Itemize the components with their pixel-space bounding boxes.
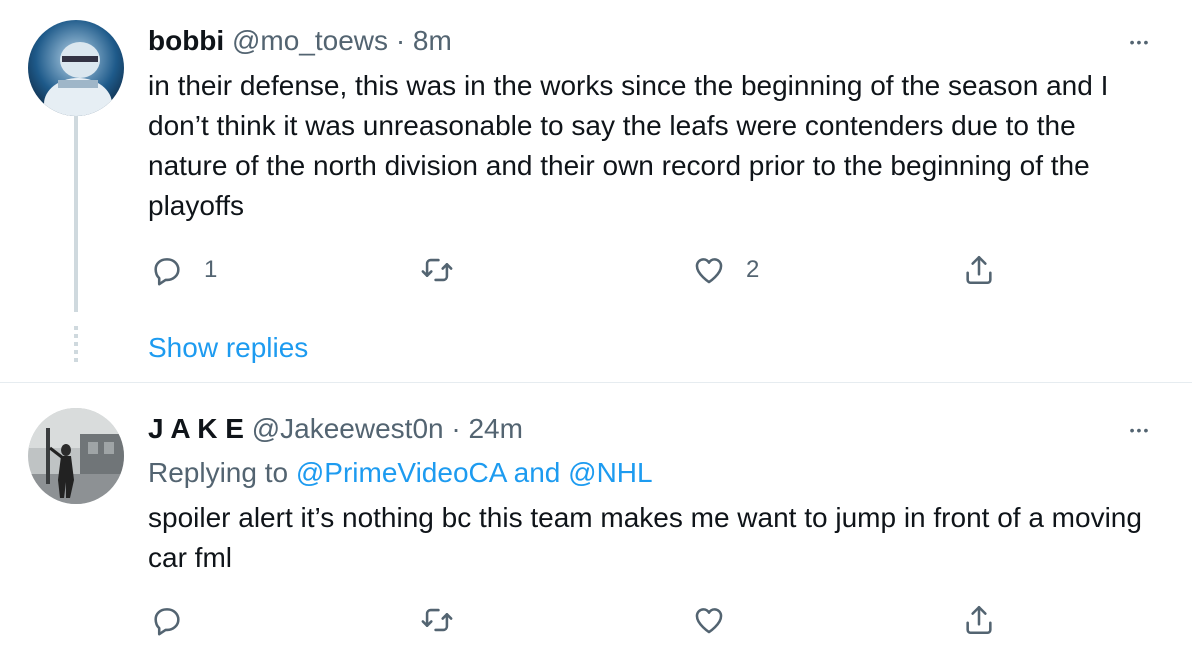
reply-button[interactable] <box>150 600 204 640</box>
user-handle[interactable]: @Jakeewest0n <box>252 413 444 444</box>
like-icon <box>692 603 726 637</box>
tweet-text: in their defense, this was in the works … <box>148 70 1109 221</box>
reply-button[interactable]: 1 <box>150 250 217 290</box>
separator: · <box>451 413 461 444</box>
like-button[interactable] <box>692 600 746 640</box>
like-button[interactable]: 2 <box>692 250 759 290</box>
retweet-button[interactable] <box>420 250 474 290</box>
replying-prefix: Replying to <box>148 457 289 488</box>
tweet-divider <box>0 382 1192 383</box>
more-icon[interactable]: ••• <box>1120 30 1160 54</box>
share-button[interactable] <box>962 250 996 290</box>
more-icon[interactable]: ••• <box>1120 418 1160 442</box>
show-replies-link[interactable]: Show replies <box>148 328 308 368</box>
avatar[interactable] <box>28 408 124 504</box>
separator: · <box>395 25 406 56</box>
share-icon <box>962 253 996 287</box>
more-label: ••• <box>1129 34 1151 50</box>
thread-dots <box>74 326 78 362</box>
share-icon <box>962 603 996 637</box>
timestamp[interactable]: 24m <box>468 413 522 444</box>
retweet-icon <box>420 253 454 287</box>
replying-to: Replying to @PrimeVideoCA and @NHL <box>148 456 653 490</box>
thread-line <box>74 116 78 312</box>
user-handle[interactable]: @mo_toews <box>232 25 388 56</box>
reply-icon <box>150 603 184 637</box>
retweet-icon <box>420 603 454 637</box>
reply-count: 1 <box>204 256 218 283</box>
timestamp[interactable]: 8m <box>413 25 452 56</box>
like-count: 2 <box>746 256 760 283</box>
reply-icon <box>150 253 184 287</box>
share-button[interactable] <box>962 600 996 640</box>
tweet-header: bobbi @mo_toews · 8m <box>148 24 452 58</box>
replying-and[interactable]: and <box>514 457 561 488</box>
like-icon <box>692 253 726 287</box>
display-name[interactable]: bobbi <box>148 25 224 56</box>
tweet-header: J A K E @Jakeewest0n · 24m <box>148 412 523 446</box>
display-name[interactable]: J A K E <box>148 413 244 444</box>
mention-link[interactable]: @PrimeVideoCA <box>296 457 506 488</box>
avatar[interactable] <box>28 20 124 116</box>
more-label: ••• <box>1129 422 1151 438</box>
tweet-text: spoiler alert it’s nothing bc this team … <box>148 502 1142 573</box>
retweet-button[interactable] <box>420 600 474 640</box>
mention-link[interactable]: @NHL <box>568 457 652 488</box>
